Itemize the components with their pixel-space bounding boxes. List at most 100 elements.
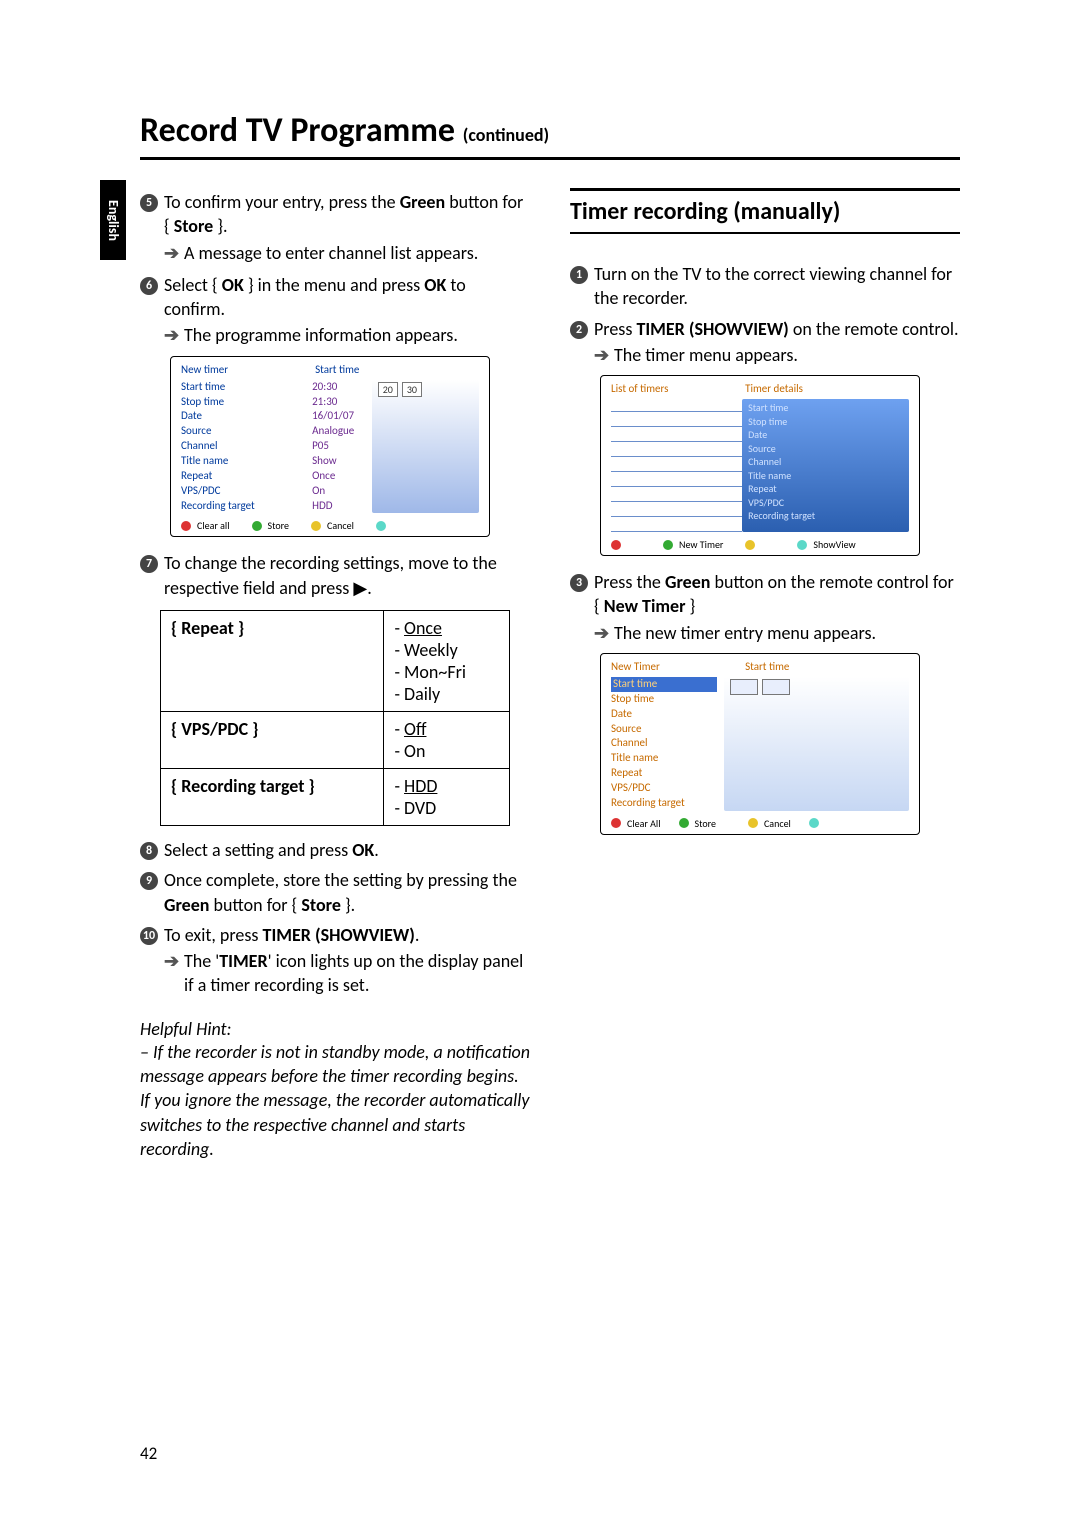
hint-title: Helpful Hint: xyxy=(140,1018,530,1040)
step-9: 9 Once complete, store the setting by pr… xyxy=(140,868,530,917)
text: Press the xyxy=(594,571,665,593)
step-number-7: 7 xyxy=(140,553,164,573)
label: VPS/PDC xyxy=(181,484,312,499)
text: } in the menu and press xyxy=(244,274,425,296)
left-column: 5 To confirm your entry, press the Green… xyxy=(140,184,530,1161)
section-title: Timer recording (manually) xyxy=(570,197,960,226)
red-dot-icon xyxy=(611,818,621,828)
text: The programme information appears. xyxy=(184,323,530,347)
text: . xyxy=(374,839,379,861)
text: To exit, press xyxy=(164,924,263,946)
text: Select a setting and press xyxy=(164,839,352,861)
label: VPS/PDC xyxy=(611,781,724,796)
opt: Off xyxy=(404,718,426,740)
value: Show xyxy=(312,454,372,469)
step-6: 6 Select { OK } in the menu and press OK… xyxy=(140,273,530,322)
text-smallcaps: TIMER xyxy=(219,950,267,972)
opt: Once xyxy=(404,617,442,639)
opt: HDD xyxy=(404,775,437,797)
label: Start time xyxy=(181,380,312,395)
list-of-timers-panel: List of timers Timer details Start time … xyxy=(600,375,920,556)
text: Turn on the TV to the correct viewing ch… xyxy=(594,262,960,311)
section-rule-top xyxy=(570,188,960,191)
foot-label: Cancel xyxy=(764,817,791,830)
setting-target-options: - HDD - DVD xyxy=(384,768,510,825)
page-title: Record TV Programme (continued) xyxy=(140,110,960,151)
time-entry-box: 20 30 xyxy=(378,382,422,397)
text: A message to enter channel list appears. xyxy=(184,241,530,265)
step-number-3: 3 xyxy=(570,572,594,592)
step-number-1: 1 xyxy=(570,264,594,284)
panel-header-left: New Timer xyxy=(611,660,745,673)
label: Repeat xyxy=(181,469,312,484)
foot-label: Clear all xyxy=(197,519,230,532)
green-dot-icon xyxy=(252,521,262,531)
text: The ' xyxy=(184,950,219,972)
text-bold: New Timer xyxy=(604,595,686,617)
opt: Mon~Fri xyxy=(404,661,466,683)
label: Start time xyxy=(748,401,903,415)
red-dot-icon xyxy=(181,521,191,531)
panel-values: 20:30 21:30 16/01/07 Analogue P05 Show O… xyxy=(312,380,372,514)
panel-labels: Start time Stop time Date Source Channel… xyxy=(181,380,312,514)
text: }. xyxy=(213,215,227,237)
step-number-5: 5 xyxy=(140,192,164,212)
text-bold: OK xyxy=(222,274,244,296)
value: Once xyxy=(312,469,372,484)
opt: Daily xyxy=(404,683,440,705)
panel-header-left: New timer xyxy=(181,363,315,376)
text: on the remote control. xyxy=(789,318,959,340)
setting-vps-options: - Off - On xyxy=(384,711,510,768)
opt: On xyxy=(404,740,425,762)
title-continued: (continued) xyxy=(463,124,549,146)
arrow-icon: ➔ xyxy=(594,343,614,367)
step-number-6: 6 xyxy=(140,275,164,295)
text: To confirm your entry, press the xyxy=(164,191,400,213)
label: Title name xyxy=(611,751,724,766)
text: The new timer entry menu appears. xyxy=(614,621,960,645)
step-7: 7 To change the recording settings, move… xyxy=(140,551,530,600)
foot-label: ShowView xyxy=(813,538,855,551)
text: Press xyxy=(594,318,636,340)
label: Stop time xyxy=(748,415,903,429)
text-bold: TIMER (SHOWVIEW) xyxy=(636,318,788,340)
step-2: 2 Press TIMER (SHOWVIEW) on the remote c… xyxy=(570,317,960,341)
text: Once complete, store the setting by pres… xyxy=(164,869,517,891)
hint-body: – If the recorder is not in standby mode… xyxy=(140,1040,530,1161)
text: button for { xyxy=(209,894,301,916)
time-entry-box-blank: 0000 xyxy=(730,679,790,695)
foot-label: Cancel xyxy=(327,519,354,532)
panel-header-right: Start time xyxy=(315,363,479,376)
text-bold: Store xyxy=(301,894,341,916)
right-column: Timer recording (manually) 1 Turn on the… xyxy=(570,184,960,1161)
text: The timer menu appears. xyxy=(614,343,960,367)
panel-preview: 0000 xyxy=(724,677,909,811)
label: Source xyxy=(611,722,724,737)
cyan-dot-icon xyxy=(376,521,386,531)
panel-footer: Clear all Store Cancel xyxy=(181,519,479,532)
step-8: 8 Select a setting and press OK. xyxy=(140,838,530,862)
value: HDD xyxy=(312,499,372,514)
title-rule xyxy=(140,157,960,160)
timer-details-column: Start time Stop time Date Source Channel… xyxy=(742,399,909,532)
green-dot-icon xyxy=(679,818,689,828)
section-rule-bottom xyxy=(570,232,960,234)
arrow-icon: ➔ xyxy=(164,241,184,265)
label: Title name xyxy=(748,469,903,483)
step-6-result: ➔The programme information appears. xyxy=(164,323,530,347)
label: VPS/PDC xyxy=(748,496,903,510)
step-10: 10 To exit, press TIMER (SHOWVIEW). xyxy=(140,923,530,947)
step-1: 1 Turn on the TV to the correct viewing … xyxy=(570,262,960,311)
step-10-result: ➔The 'TIMER' icon lights up on the displ… xyxy=(164,949,530,998)
label: Repeat xyxy=(611,766,724,781)
panel-footer: New Timer ShowView xyxy=(611,538,909,551)
opt: DVD xyxy=(404,797,436,819)
label: Recording target xyxy=(611,796,724,811)
text-bold: Green xyxy=(400,191,445,213)
text: } xyxy=(685,595,695,617)
panel-header-right: Start time xyxy=(745,660,909,673)
label: Recording target xyxy=(748,509,903,523)
value: 21:30 xyxy=(312,395,372,410)
foot-label: Store xyxy=(695,817,716,830)
setting-vps-label: { VPS/PDC } xyxy=(161,711,384,768)
